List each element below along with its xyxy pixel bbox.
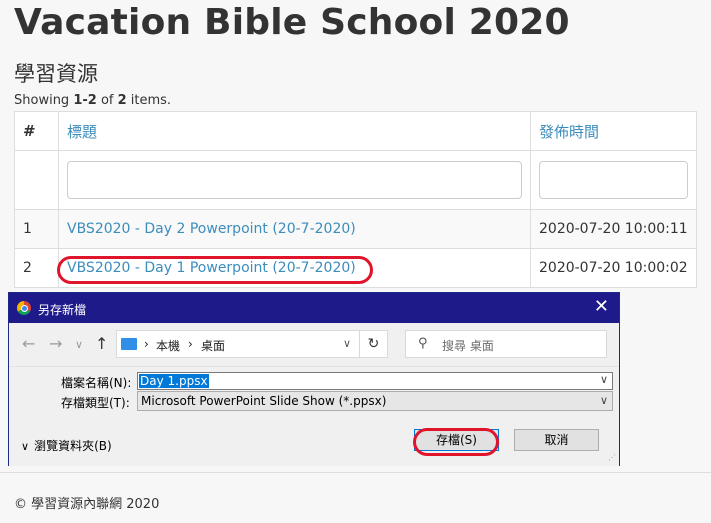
chevron-down-icon: ∨ — [21, 440, 30, 453]
chrome-icon — [17, 301, 31, 315]
filename-label: 檔案名稱(N): — [61, 376, 132, 390]
browse-folders-label: 瀏覽資料夾(B) — [34, 439, 112, 453]
filetype-value: Microsoft PowerPoint Slide Show (*.ppsx) — [141, 394, 387, 408]
resources-table: # 標題 發佈時間 1 VBS2020 - Day 2 Powerpoint (… — [14, 111, 697, 288]
forward-arrow-icon[interactable]: → — [49, 334, 62, 353]
sort-title-link[interactable]: 標題 — [67, 123, 97, 141]
grid-summary: Showing 1-2 of 2 items. — [14, 93, 172, 108]
filter-row — [14, 150, 697, 210]
filename-dropdown-icon[interactable]: ∨ — [600, 373, 608, 386]
filetype-dropdown-icon[interactable]: ∨ — [600, 394, 608, 407]
header-num: # — [14, 111, 59, 151]
computer-icon — [121, 338, 137, 350]
page-title: Vacation Bible School 2020 — [14, 2, 570, 43]
dialog-titlebar: 另存新檔 ✕ — [9, 293, 619, 323]
footer-text: © 學習資源內聯網 2020 — [14, 497, 160, 512]
row-num: 1 — [14, 209, 59, 249]
resource-link[interactable]: VBS2020 - Day 2 Powerpoint (20-7-2020) — [67, 221, 356, 237]
section-title: 學習資源 — [14, 62, 98, 86]
breadcrumb-this-pc[interactable]: 本機 — [156, 337, 180, 354]
browse-folders-toggle[interactable]: ∨ 瀏覽資料夾(B) — [21, 437, 112, 454]
breadcrumb-separator: › — [188, 337, 193, 351]
breadcrumb-desktop[interactable]: 桌面 — [201, 337, 225, 354]
table-row: 1 VBS2020 - Day 2 Powerpoint (20-7-2020)… — [14, 209, 697, 249]
up-arrow-icon[interactable]: ↑ — [95, 334, 108, 353]
row-published: 2020-07-20 10:00:11 — [530, 209, 697, 249]
breadcrumb-separator: › — [144, 337, 149, 351]
row-published: 2020-07-20 10:00:02 — [530, 248, 697, 288]
header-published[interactable]: 發佈時間 — [530, 111, 697, 151]
resize-grip-icon[interactable]: ⋰ — [608, 453, 616, 462]
back-arrow-icon[interactable]: ← — [22, 334, 35, 353]
footer-divider — [0, 472, 711, 473]
title-filter-input[interactable] — [67, 161, 522, 199]
filetype-label: 存檔類型(T): — [61, 396, 130, 410]
table-row: 2 VBS2020 - Day 1 Powerpoint (20-7-2020)… — [14, 248, 697, 288]
search-input[interactable]: ⚲ 搜尋 桌面 — [405, 330, 607, 358]
search-placeholder: 搜尋 桌面 — [442, 339, 494, 353]
address-bar[interactable]: › 本機 › 桌面 ∨ — [116, 330, 360, 358]
row-num: 2 — [14, 248, 59, 288]
resource-link[interactable]: VBS2020 - Day 1 Powerpoint (20-7-2020) — [67, 260, 356, 276]
refresh-icon[interactable]: ↻ — [360, 330, 388, 358]
filetype-select[interactable]: Microsoft PowerPoint Slide Show (*.ppsx)… — [137, 391, 613, 411]
nav-bar: ← → ∨ ↑ › 本機 › 桌面 ∨ ↻ ⚲ 搜尋 桌面 — [9, 330, 619, 360]
save-button[interactable]: 存檔(S) — [414, 429, 499, 451]
sort-published-link[interactable]: 發佈時間 — [539, 123, 599, 141]
address-dropdown-icon[interactable]: ∨ — [343, 337, 351, 350]
close-icon[interactable]: ✕ — [594, 297, 609, 317]
published-filter-input[interactable] — [539, 161, 688, 199]
cancel-button[interactable]: 取消 — [514, 429, 599, 451]
recent-dropdown-icon[interactable]: ∨ — [75, 338, 83, 351]
search-icon: ⚲ — [418, 336, 428, 351]
dialog-title: 另存新檔 — [38, 303, 87, 317]
filename-field[interactable]: Day 1.ppsx ∨ — [137, 372, 613, 390]
save-as-dialog: 另存新檔 ✕ ← → ∨ ↑ › 本機 › 桌面 ∨ ↻ ⚲ 搜尋 桌面 檔案名… — [8, 292, 620, 466]
header-title[interactable]: 標題 — [58, 111, 531, 151]
filename-value[interactable]: Day 1.ppsx — [139, 374, 209, 388]
